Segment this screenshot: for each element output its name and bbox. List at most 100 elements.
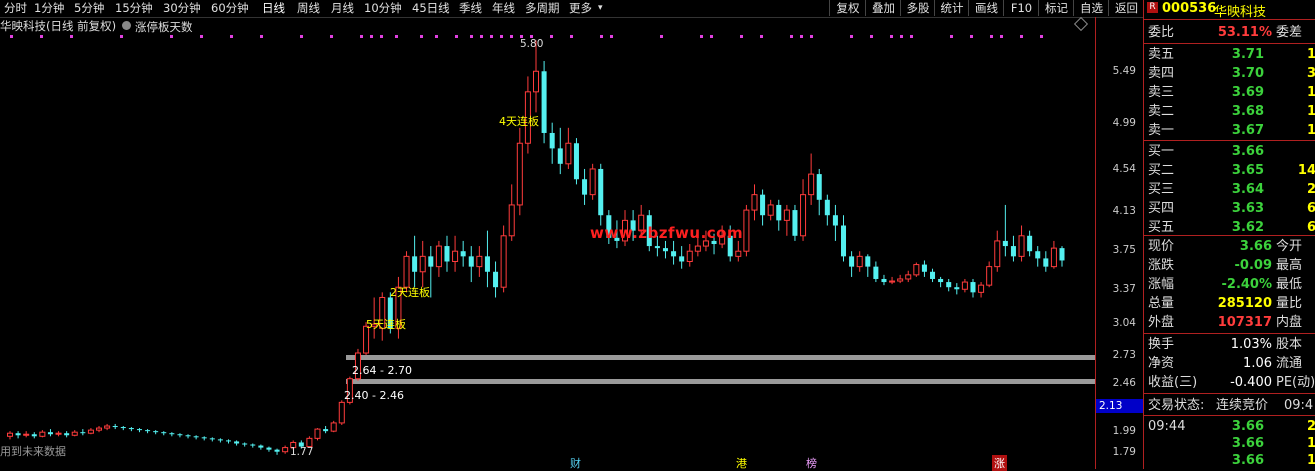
period-tab-weekly[interactable]: 周线: [297, 1, 320, 16]
trade-time: 09:4: [1284, 398, 1314, 413]
candle-body: [889, 280, 896, 283]
candle-body: [598, 168, 604, 216]
candle-body: [516, 142, 523, 206]
limit-up-dot: [600, 35, 603, 38]
fundamental-label2: 流通: [1276, 356, 1303, 371]
price-tick-label: 1.99: [1112, 425, 1136, 438]
limit-up-dot: [710, 35, 713, 38]
tick-price: 3.66: [1231, 419, 1264, 434]
period-tab-daily[interactable]: 日线: [262, 1, 285, 16]
period-tab-monthly[interactable]: 月线: [331, 1, 354, 16]
candle-body: [1059, 248, 1065, 261]
candle-body: [169, 433, 175, 435]
period-tab-60min[interactable]: 60分钟: [211, 1, 249, 16]
stat-label: 总量: [1148, 296, 1175, 311]
candle-body: [412, 256, 418, 272]
buy-level-qty: 6: [1306, 201, 1315, 216]
candle-body: [743, 209, 750, 252]
buy-level-row: 买三 3.64 2: [1148, 181, 1315, 198]
tick-price: 3.66: [1231, 453, 1264, 468]
sell-level-qty: 1: [1306, 104, 1315, 119]
period-tab-15min[interactable]: 15分钟: [115, 1, 153, 16]
candle-body: [435, 245, 442, 268]
period-tab-5min[interactable]: 5分钟: [74, 1, 104, 16]
overlay-button[interactable]: 叠加: [865, 0, 901, 16]
candle-body: [419, 255, 426, 273]
weicha-label: 委差: [1276, 25, 1303, 40]
tick-row: 3.66 1: [1148, 452, 1315, 469]
candle-body: [961, 281, 968, 290]
candle-body: [338, 401, 345, 424]
zone-band-upper: [346, 355, 1095, 360]
price-tick-label: 1.79: [1112, 445, 1136, 458]
statistics-button[interactable]: 统计: [934, 0, 969, 16]
limit-up-dot: [380, 35, 383, 38]
candle-body: [865, 256, 871, 267]
candle-body: [39, 431, 46, 437]
watchlist-button[interactable]: 自选: [1073, 0, 1109, 16]
limit-up-dot: [900, 35, 903, 38]
draw-line-button[interactable]: 画线: [968, 0, 1004, 16]
stat-value: -0.09: [1234, 258, 1272, 273]
period-tab-quarter[interactable]: 季线: [459, 1, 482, 16]
trade-status-value: 连续竞价: [1216, 398, 1269, 413]
candle-body: [694, 245, 701, 252]
sell-level-row: 卖二 3.68 1: [1148, 103, 1315, 120]
chevron-down-icon[interactable]: ▾: [598, 1, 603, 16]
stat-value: -2.40%: [1221, 277, 1273, 292]
fundamental-label: 收益(三): [1148, 375, 1198, 390]
candle-body: [209, 438, 215, 440]
candle-body: [946, 282, 952, 288]
candle-body: [881, 278, 887, 283]
candle-body: [549, 132, 555, 149]
fundamental-label: 换手: [1148, 337, 1175, 352]
buy-level-row: 买一 3.66: [1148, 143, 1315, 160]
period-tab-multi[interactable]: 多周期: [525, 1, 560, 16]
period-tab-30min[interactable]: 30分钟: [163, 1, 201, 16]
candle-body: [177, 434, 183, 436]
buy-level-label: 买二: [1148, 163, 1175, 178]
period-tab-1min[interactable]: 1分钟: [34, 1, 64, 16]
limit-up-dot: [890, 35, 893, 38]
f10-button[interactable]: F10: [1003, 0, 1039, 16]
stat-label: 涨幅: [1148, 277, 1175, 292]
buy-level-row: 买二 3.65 14: [1148, 162, 1315, 179]
buy-level-price: 3.64: [1231, 182, 1264, 197]
limit-up-dot: [1000, 35, 1003, 38]
stat-value: 3.66: [1239, 239, 1272, 254]
candle-body: [1002, 240, 1008, 247]
sell-level-price: 3.69: [1231, 85, 1264, 100]
candle-body: [242, 443, 248, 445]
limit-up-dot: [435, 35, 438, 38]
candle-body: [508, 204, 515, 237]
period-tab-more[interactable]: 更多: [569, 1, 592, 16]
candle-body: [679, 256, 685, 262]
candle-body: [767, 204, 774, 216]
candle-body: [832, 215, 838, 226]
candlestick-chart[interactable]: [0, 17, 1095, 469]
period-tab-yearly[interactable]: 年线: [492, 1, 515, 16]
multi-stock-button[interactable]: 多股: [900, 0, 935, 16]
candle-body: [55, 432, 62, 435]
stat-value: 107317: [1217, 315, 1272, 330]
candle-body: [71, 431, 78, 436]
trade-status-label: 交易状态:: [1148, 398, 1205, 413]
candle-body: [582, 179, 588, 195]
fuquan-button[interactable]: 复权: [829, 0, 866, 16]
limit-up-dot: [330, 35, 333, 38]
mark-button[interactable]: 标记: [1038, 0, 1074, 16]
sell-level-price: 3.70: [1231, 66, 1264, 81]
watermark-text: www.zbzfwu.com: [590, 224, 744, 242]
candle-body: [751, 194, 758, 211]
candle-body: [783, 209, 790, 221]
price-tick-label: 2.46: [1112, 376, 1136, 389]
price-zones: [346, 355, 1095, 384]
candle-body: [873, 266, 879, 279]
price-tick-label: 3.04: [1112, 317, 1136, 330]
period-tab-45day[interactable]: 45日线: [412, 1, 450, 16]
period-tab-10min[interactable]: 10分钟: [364, 1, 402, 16]
price-tick-label: 5.49: [1112, 65, 1136, 78]
buy-level-price: 3.63: [1231, 201, 1264, 216]
back-button[interactable]: 返回: [1108, 0, 1144, 16]
period-tab-fenshi[interactable]: 分时: [4, 1, 27, 16]
